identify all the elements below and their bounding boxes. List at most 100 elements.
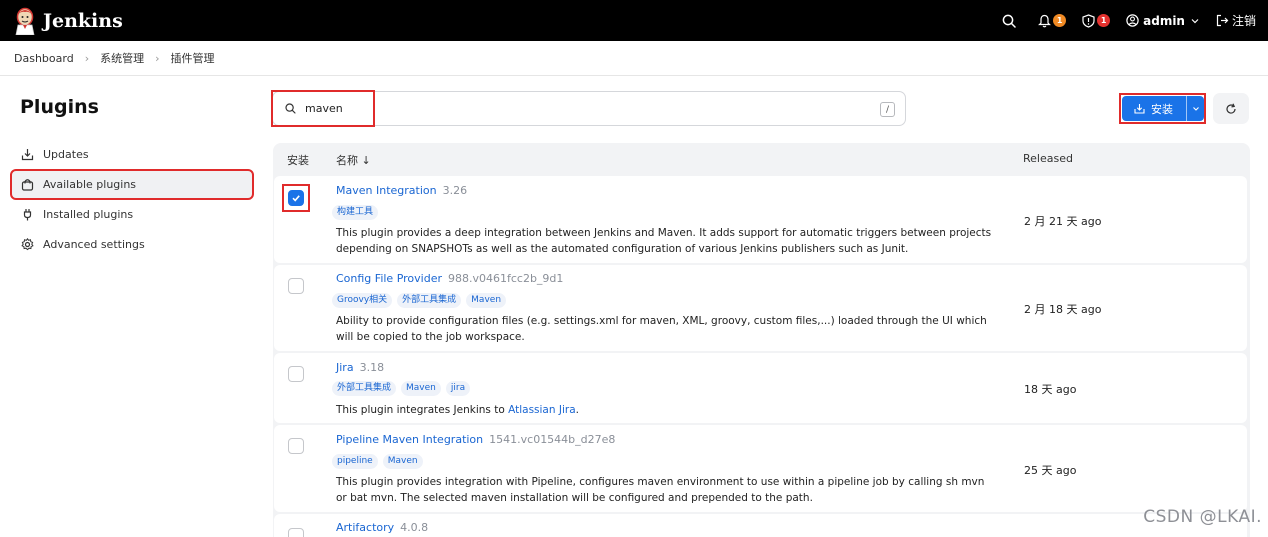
column-header-name[interactable]: 名称 ↓ [336, 152, 371, 168]
plugin-tag[interactable]: pipeline [332, 454, 378, 469]
user-menu[interactable]: admin [1126, 14, 1200, 28]
logout-icon [1216, 14, 1229, 27]
shopping-bag-icon [21, 179, 34, 191]
app-title: Jenkins [43, 9, 123, 32]
search-icon [285, 103, 296, 114]
plugin-name-link[interactable]: Jira 3.18 [336, 361, 384, 374]
notifications-button[interactable]: 1 [1038, 14, 1067, 28]
breadcrumb: Dashboard › 系统管理 › 插件管理 [0, 41, 1268, 76]
install-checkbox[interactable] [288, 366, 304, 382]
plugin-version: 3.18 [359, 361, 385, 374]
sidebar-item-installed-plugins[interactable]: Installed plugins [12, 201, 252, 228]
security-button[interactable]: 1 [1082, 13, 1111, 28]
install-button-label: 安装 [1151, 102, 1173, 116]
breadcrumb-plugin-management[interactable]: 插件管理 [171, 50, 215, 66]
description-text: . [575, 404, 579, 416]
keyboard-shortcut-hint: / [880, 102, 895, 117]
chevron-down-icon [1192, 106, 1199, 111]
plugin-name-link[interactable]: Pipeline Maven Integration 1541.vc01544b_… [336, 433, 615, 446]
plugin-name-link[interactable]: Artifactory 4.0.8 [336, 521, 428, 534]
plugin-version: 4.0.8 [400, 521, 429, 534]
watermark: CSDN @LKAI. [1143, 507, 1262, 527]
plugin-search-field[interactable]: maven / [272, 91, 906, 126]
install-button-group: 安装 [1122, 96, 1204, 121]
plugin-tag[interactable]: Maven [401, 381, 441, 396]
install-checkbox[interactable] [288, 528, 304, 537]
plugin-name-link[interactable]: Maven Integration 3.26 [336, 184, 467, 197]
shield-icon [1082, 13, 1095, 28]
table-row: Artifactory 4.0.8 [274, 514, 1247, 537]
table-row: Pipeline Maven Integration 1541.vc01544b_… [274, 425, 1247, 512]
jenkins-logo[interactable]: Jenkins [14, 7, 123, 35]
download-icon [21, 149, 34, 161]
bell-icon [1038, 14, 1052, 27]
plugin-description: This plugin integrates Jenkins to Atlass… [336, 402, 996, 418]
plugin-tags: pipeline Maven [332, 454, 428, 469]
plugin-name-link[interactable]: Config File Provider 988.v0461fcc2b_9d1 [336, 272, 563, 285]
table-row: Config File Provider 988.v0461fcc2b_9d1 G… [274, 265, 1247, 351]
plugin-version: 988.v0461fcc2b_9d1 [447, 272, 564, 285]
chevron-down-icon [1191, 18, 1199, 23]
gear-icon [21, 238, 34, 251]
install-button[interactable]: 安装 [1122, 96, 1186, 121]
sidebar-item-label: Available plugins [43, 178, 137, 191]
user-name: admin [1143, 13, 1185, 28]
plugin-tag[interactable]: Maven [466, 293, 507, 308]
plugin-released: 25 天 ago [1024, 464, 1077, 477]
user-icon [1126, 14, 1139, 27]
sidebar-item-label: Installed plugins [43, 208, 134, 221]
plugin-name: Artifactory [336, 521, 395, 534]
plugins-table: 安装 名称 ↓ Released Maven Integration 3.26 构… [273, 143, 1250, 537]
plugin-tag[interactable]: 外部工具集成 [332, 381, 397, 396]
plugin-tag[interactable]: 构建工具 [332, 205, 379, 220]
plugin-released: 2 月 21 天 ago [1024, 215, 1102, 228]
plugin-released: 2 月 18 天 ago [1024, 303, 1102, 316]
plugin-tags: 构建工具 [332, 205, 383, 220]
logout-button[interactable]: 注销 [1216, 12, 1256, 29]
install-dropdown-toggle[interactable] [1186, 96, 1204, 121]
plugin-description: Ability to provide configuration files (… [336, 315, 987, 343]
plugin-name: Config File Provider [336, 272, 442, 285]
plugin-description: This plugin provides integration with Pi… [336, 476, 985, 504]
plugin-description: This plugin provides a deep integration … [336, 227, 992, 255]
sidebar-item-updates[interactable]: Updates [12, 141, 252, 168]
column-header-install: 安装 [287, 154, 309, 167]
security-badge: 1 [1097, 14, 1111, 27]
plugin-tag[interactable]: Maven [382, 454, 423, 469]
sidebar-item-label: Updates [43, 148, 89, 161]
refresh-button[interactable] [1213, 93, 1249, 124]
jenkins-butler-icon [14, 7, 36, 35]
plugin-name: Pipeline Maven Integration [336, 433, 484, 446]
table-row: Jira 3.18 外部工具集成 Maven jira This plugin i… [274, 353, 1247, 423]
atlassian-jira-link[interactable]: Atlassian Jira [508, 404, 576, 416]
breadcrumb-dashboard[interactable]: Dashboard [14, 52, 74, 65]
install-checkbox[interactable] [288, 438, 304, 454]
table-row: Maven Integration 3.26 构建工具 This plugin p… [274, 176, 1247, 263]
top-navigation-bar: Jenkins 1 1 admin 注销 [0, 0, 1268, 41]
sidebar-item-advanced-settings[interactable]: Advanced settings [12, 231, 252, 258]
chevron-right-icon: › [84, 51, 90, 65]
refresh-icon [1226, 103, 1236, 114]
breadcrumb-system-management[interactable]: 系统管理 [100, 50, 144, 66]
column-header-released[interactable]: Released [1023, 152, 1073, 165]
chevron-right-icon: › [155, 51, 160, 65]
plugin-tags: 外部工具集成 Maven jira [332, 381, 475, 396]
plugin-tag[interactable]: jira [445, 381, 471, 396]
plugin-tag[interactable]: Groovy相关 [332, 293, 393, 308]
plugin-version: 3.26 [442, 184, 468, 197]
plugin-tag[interactable]: 外部工具集成 [397, 293, 462, 308]
search-icon[interactable] [1002, 14, 1016, 28]
install-checkbox[interactable] [288, 278, 304, 294]
plugin-name: Maven Integration [336, 184, 437, 197]
description-text: This plugin integrates Jenkins to [336, 404, 509, 416]
sidebar-title: Plugins [20, 96, 99, 118]
logout-label: 注销 [1231, 14, 1256, 28]
install-checkbox[interactable] [288, 190, 304, 206]
sidebar-item-available-plugins[interactable]: Available plugins [10, 169, 254, 200]
sidebar-item-label: Advanced settings [43, 238, 145, 251]
notifications-badge: 1 [1053, 14, 1067, 27]
table-header: 安装 名称 ↓ Released [273, 143, 1250, 174]
search-input[interactable]: maven [305, 102, 343, 115]
install-icon [1134, 104, 1145, 114]
top-right-actions: 1 1 admin 注销 [1002, 0, 1268, 41]
